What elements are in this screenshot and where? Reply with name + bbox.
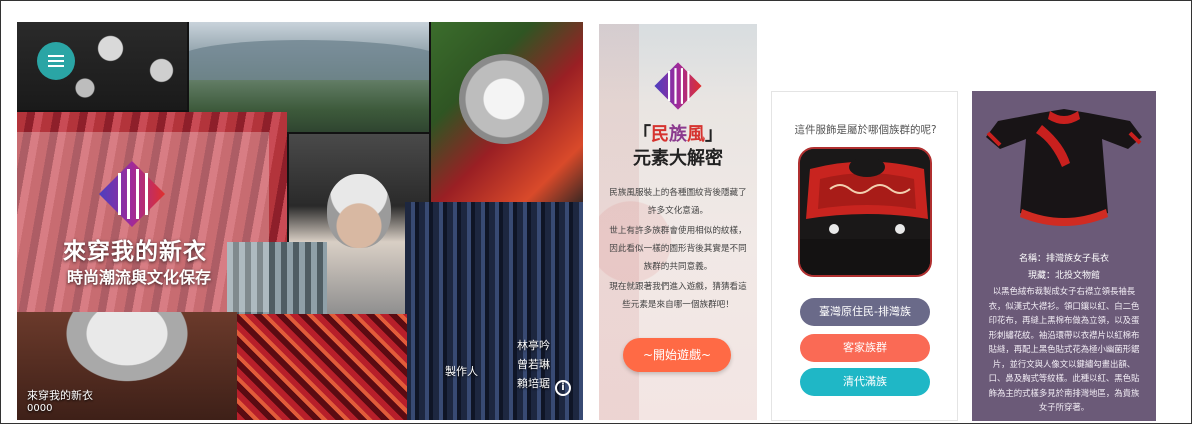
app-subtitle: 時尚潮流與文化保存 [66, 268, 211, 287]
screenshot-frame: 來穿我的新衣 時尚潮流與文化保存 來穿我的新衣 0000 製作人 林亭吟 曾若琳… [0, 0, 1192, 424]
embroidered-costume-photo [431, 22, 583, 212]
title-word-1: 民 [651, 124, 669, 145]
caption-name: 來穿我的新衣 [27, 389, 93, 402]
intro-paragraph: 民族風服裝上的各種圖紋背後隱藏了許多文化意涵。 [609, 188, 747, 216]
quiz-question: 這件服飾是屬於哪個族群的呢? [794, 124, 937, 136]
garment-photo [986, 109, 1142, 226]
app-title: 來穿我的新衣 [63, 239, 207, 265]
intro-paragraph: 世上有許多族群會使用相似的紋樣，因此看似一樣的圖形背後其實是不同族群的共同意義。 [609, 226, 747, 272]
intro-screen: 「民族風」 元素大解密 民族風服裝上的各種圖紋背後隱藏了許多文化意涵。 世上有許… [599, 24, 757, 420]
title-word-2: 族 [669, 124, 687, 145]
app-logo [654, 62, 702, 110]
intro-description: 民族風服裝上的各種圖紋背後隱藏了許多文化意涵。 世上有許多族群會使用相似的紋樣，… [607, 184, 749, 316]
answer-option-paiwan[interactable]: 臺灣原住民-排灣族 [800, 298, 930, 326]
title-bracket-open: 「 [633, 124, 651, 145]
answer-option-hakka[interactable]: 客家族群 [800, 334, 930, 362]
credit-name: 林亭吟 [517, 339, 550, 352]
woven-pattern-photo [237, 314, 407, 420]
artifact-description: 以黑色絨布裁製成女子右襟立領長袖長衣，似漢式大襟衫。領口鑲以紅、白二色印花布，再… [988, 286, 1140, 412]
title-word-3: 風 [687, 124, 705, 145]
credits-label: 製作人 [445, 365, 478, 378]
title-bracket-close: 」 [705, 124, 723, 145]
start-game-button[interactable]: ~開始遊戲~ [623, 338, 731, 372]
artifact-name: 名稱：排灣族女子長衣 [1018, 254, 1109, 264]
menu-icon [48, 55, 64, 67]
answer-option-manchu[interactable]: 清代滿族 [800, 368, 930, 396]
app-logo [99, 161, 165, 227]
intro-title: 「民族風」 [599, 120, 757, 146]
visit-counter: 0000 [27, 403, 53, 414]
info-icon[interactable]: i [555, 380, 571, 396]
credits-list: 林亭吟 曾若琳 賴培琚 [517, 336, 550, 393]
artifact-collection: 現藏：北投文物館 [1027, 271, 1100, 281]
credit-name: 曾若琳 [517, 358, 550, 371]
artifact-detail-screen: 名稱：排灣族女子長衣 現藏：北投文物館 以黑色絨布裁製成女子右襟立領長袖長衣，似… [972, 91, 1156, 421]
garment-illustration [800, 149, 930, 275]
quiz-screen: 這件服飾是屬於哪個族群的呢? 臺灣原住民-排灣族 客家族群 清代滿族 [771, 91, 958, 421]
landing-screen: 來穿我的新衣 時尚潮流與文化保存 來穿我的新衣 0000 製作人 林亭吟 曾若琳… [17, 22, 583, 420]
credit-name: 賴培琚 [517, 377, 550, 390]
menu-button[interactable] [37, 42, 75, 80]
intro-subtitle: 元素大解密 [633, 148, 723, 169]
garment-image [798, 147, 932, 277]
intro-paragraph: 現在就跟著我們進入遊戲，猜猜看這些元素是來自哪一個族群吧！ [609, 282, 747, 310]
